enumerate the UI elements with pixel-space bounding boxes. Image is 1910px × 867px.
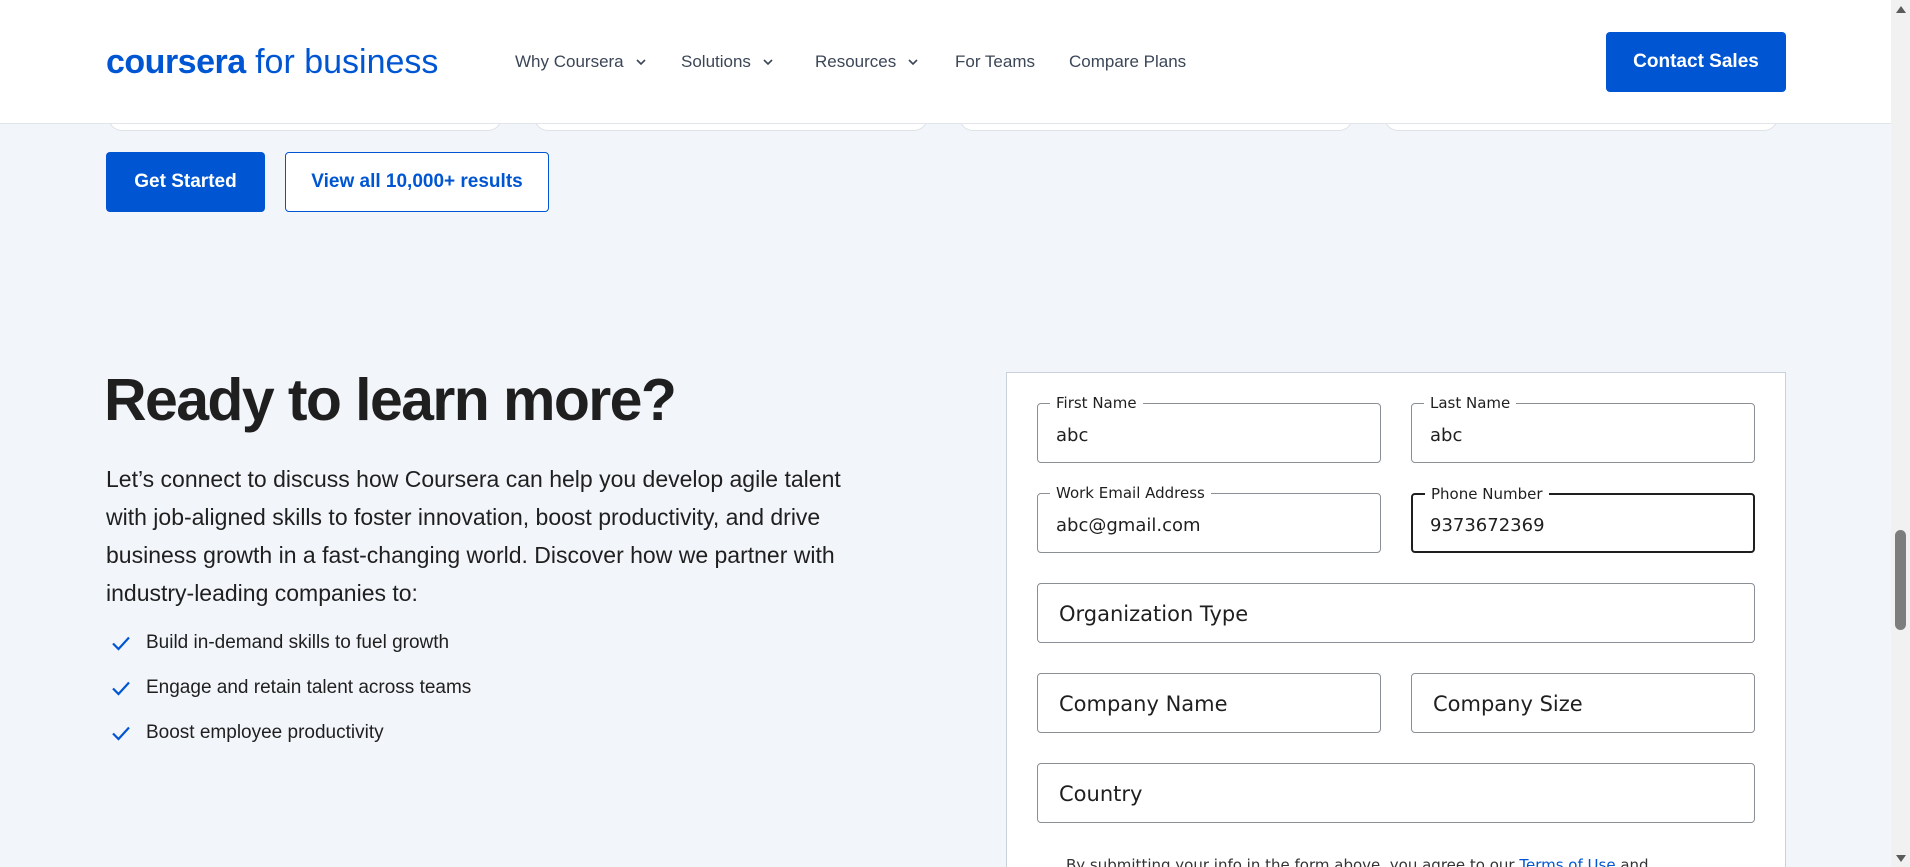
nav-solutions[interactable]: Solutions [681, 50, 775, 74]
country-select[interactable]: Country [1037, 763, 1755, 823]
email-field[interactable]: Work Email Address [1037, 484, 1381, 553]
phone-input[interactable] [1430, 512, 1739, 538]
nav-compare-plans[interactable]: Compare Plans [1069, 50, 1186, 74]
list-item: Engage and retain talent across teams [110, 665, 471, 710]
list-item-label: Boost employee productivity [146, 721, 384, 743]
nav-why-coursera[interactable]: Why Coursera [515, 50, 648, 74]
nav-label: Resources [815, 52, 897, 71]
page-scrollbar[interactable] [1891, 0, 1910, 867]
disclaimer-text: By submitting your info in the form abov… [1066, 856, 1515, 867]
list-item-label: Build in-demand skills to fuel growth [146, 631, 450, 653]
nav-label: Compare Plans [1069, 52, 1187, 71]
chevron-down-icon [761, 55, 775, 69]
benefits-list: Build in-demand skills to fuel growth En… [110, 620, 471, 755]
nav-resources[interactable]: Resources [815, 50, 920, 74]
nav-label: For Teams [955, 52, 1035, 71]
check-icon [110, 632, 132, 654]
list-item: Boost employee productivity [110, 710, 471, 755]
email-input[interactable] [1056, 512, 1366, 538]
list-item-label: Engage and retain talent across teams [146, 676, 472, 698]
field-placeholder: Organization Type [1059, 602, 1249, 626]
site-header: coursera for business Why Coursera Solut… [0, 0, 1891, 124]
scrollbar-thumb[interactable] [1895, 530, 1906, 630]
field-placeholder: Company Size [1433, 692, 1583, 716]
disclaimer-text-end: and [1620, 856, 1649, 867]
organization-type-select[interactable]: Organization Type [1037, 583, 1755, 643]
logo-suffix: for business [255, 43, 439, 81]
first-name-input[interactable] [1056, 422, 1366, 448]
field-label: Work Email Address [1050, 484, 1211, 502]
phone-field[interactable]: Phone Number [1411, 485, 1755, 553]
view-all-results-button[interactable]: View all 10,000+ results [285, 152, 549, 212]
field-placeholder: Country [1059, 782, 1143, 806]
last-name-input[interactable] [1430, 422, 1740, 448]
contact-sales-button[interactable]: Contact Sales [1606, 32, 1786, 92]
company-size-select[interactable]: Company Size [1411, 673, 1755, 733]
field-label: Phone Number [1425, 485, 1549, 503]
scroll-down-arrow-icon[interactable] [1891, 850, 1910, 867]
list-item: Build in-demand skills to fuel growth [110, 620, 471, 665]
check-icon [110, 677, 132, 699]
first-name-field[interactable]: First Name [1037, 394, 1381, 463]
section-heading: Ready to learn more? [104, 367, 677, 433]
nav-label: Solutions [681, 52, 751, 71]
nav-for-teams[interactable]: For Teams [955, 50, 1035, 74]
field-label: First Name [1050, 394, 1143, 412]
scroll-up-arrow-icon[interactable] [1891, 0, 1910, 17]
get-started-button[interactable]: Get Started [106, 152, 265, 212]
field-placeholder: Company Name [1059, 692, 1228, 716]
last-name-field[interactable]: Last Name [1411, 394, 1755, 463]
intro-paragraph: Let’s connect to discuss how Coursera ca… [106, 466, 841, 606]
field-label: Last Name [1424, 394, 1517, 412]
logo-brand: coursera [106, 43, 246, 81]
company-name-field[interactable]: Company Name [1037, 673, 1381, 733]
chevron-down-icon [906, 55, 920, 69]
check-icon [110, 722, 132, 744]
nav-label: Why Coursera [515, 52, 624, 71]
form-disclaimer: By submitting your info in the form abov… [1066, 856, 1649, 867]
chevron-down-icon [634, 55, 648, 69]
terms-of-use-link[interactable]: Terms of Use [1519, 856, 1615, 867]
coursera-for-business-logo[interactable]: coursera for business [106, 42, 438, 82]
